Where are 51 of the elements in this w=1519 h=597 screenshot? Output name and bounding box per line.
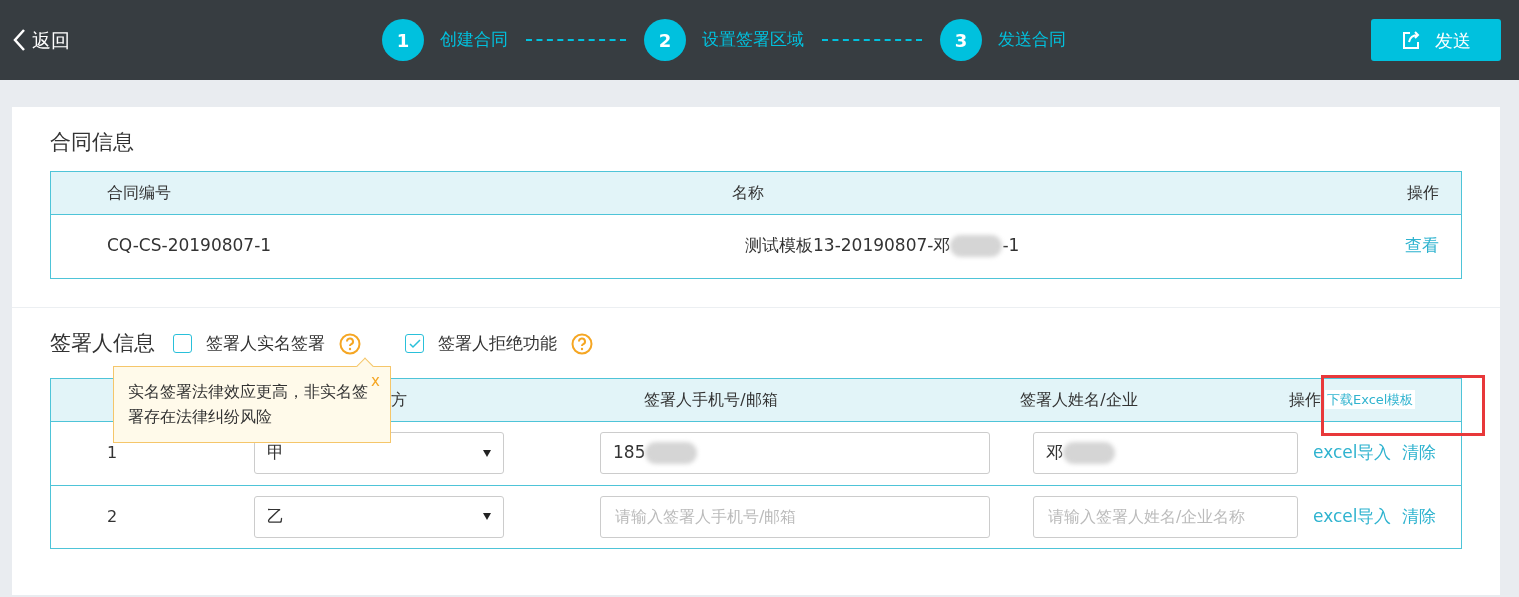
step-label: 发送合同 xyxy=(998,28,1066,52)
column-header: 签署人姓名/企业 xyxy=(1020,389,1138,409)
redaction-blur xyxy=(645,442,698,464)
caret-icon xyxy=(483,449,491,457)
redaction-blur xyxy=(950,235,1003,257)
share-icon xyxy=(1401,30,1421,50)
help-icon[interactable] xyxy=(339,332,361,355)
table-cell: CQ-CS-20190807-1 xyxy=(107,235,272,256)
column-header: 签署人手机号/邮箱 xyxy=(644,389,778,409)
tooltip-text: 实名签署法律效应更高，非实名签署存在法律纠纷风险 xyxy=(128,380,368,429)
checkbox[interactable] xyxy=(405,334,424,353)
back-link[interactable]: 返回 xyxy=(12,25,70,55)
checkbox[interactable] xyxy=(173,334,192,353)
checkbox-label: 签署人实名签署 xyxy=(206,331,325,355)
table-cell-text: -1 xyxy=(1002,234,1020,258)
party-select[interactable]: 乙 xyxy=(254,495,504,538)
table-cell-text: 测试模板13-20190807-邓 xyxy=(745,234,951,258)
step-number: 3 xyxy=(940,19,982,61)
column-header: 操作 xyxy=(1407,181,1439,204)
action-link[interactable]: 清除 xyxy=(1402,440,1437,466)
step-label: 设置签署区域 xyxy=(702,28,804,52)
checkbox-label: 签署人拒绝功能 xyxy=(438,331,557,355)
column-header: 操作 xyxy=(1289,388,1321,411)
action-link[interactable]: 清除 xyxy=(1402,503,1437,530)
column-header: 合同编号 xyxy=(107,182,171,202)
send-button[interactable]: 发送 xyxy=(1371,19,1501,61)
name-field[interactable]: 请输入签署人姓名/企业名称 xyxy=(1033,495,1298,538)
section-title: 签署人信息 xyxy=(50,329,155,357)
column-header: 方 xyxy=(391,389,407,409)
name-field[interactable]: 请输入签署人姓名/企业名称 xyxy=(1046,503,1285,530)
step-number: 1 xyxy=(382,19,424,61)
view-link[interactable]: 查看 xyxy=(1405,233,1439,259)
phone-field[interactable]: 请输入签署人手机号/邮箱 xyxy=(613,503,977,530)
redaction-blur xyxy=(1063,442,1115,464)
action-link[interactable]: excel导入 xyxy=(1313,503,1392,530)
row-number: 2 xyxy=(107,506,118,526)
action-link[interactable]: excel导入 xyxy=(1313,440,1392,466)
phone-field[interactable]: 请输入签署人手机号/邮箱 xyxy=(600,495,990,538)
name-field[interactable]: 邓 xyxy=(1033,432,1298,474)
chevron-left-icon xyxy=(12,28,26,52)
help-icon[interactable] xyxy=(571,332,593,355)
download-link[interactable]: 下载Excel模板 xyxy=(1325,389,1416,410)
column-header: 名称 xyxy=(732,182,764,202)
caret-icon xyxy=(483,513,491,520)
step-number: 2 xyxy=(644,19,686,61)
section-title: 合同信息 xyxy=(50,129,135,156)
row-number: 1 xyxy=(107,443,118,462)
close-button[interactable]: x xyxy=(371,368,380,393)
phone-field[interactable]: 185 xyxy=(600,432,990,474)
check-icon xyxy=(408,338,421,349)
step-label: 创建合同 xyxy=(440,28,508,52)
